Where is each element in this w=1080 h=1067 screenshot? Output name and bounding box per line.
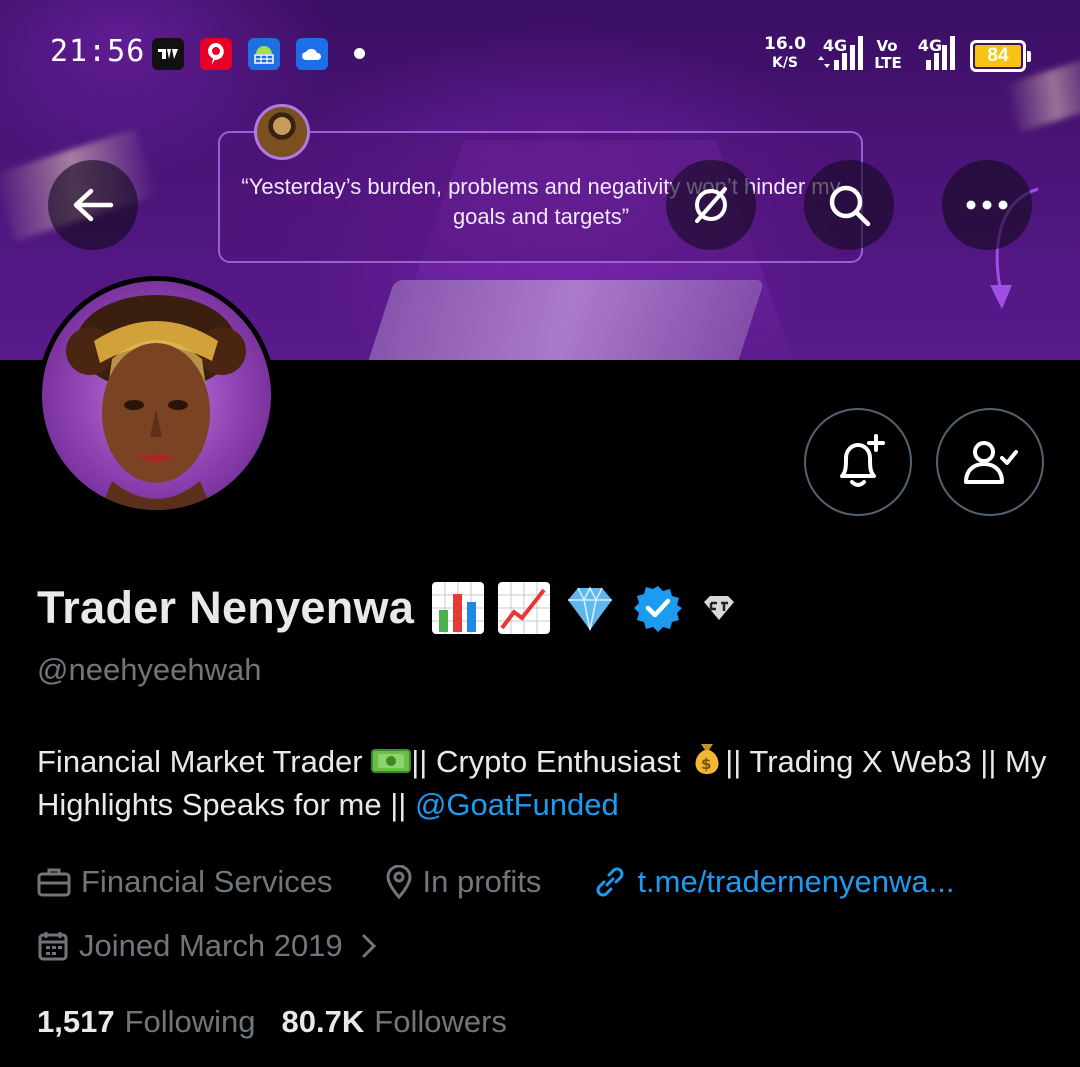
dollar-banknote-emoji-icon [371,749,412,773]
notifications-subscribe-button[interactable] [804,408,912,516]
professional-category: Financial Services [37,864,333,900]
verified-badge-icon[interactable] [634,584,683,632]
bio-text: Financial Market Trader [37,744,372,779]
profile-website-link[interactable]: t.me/tradernenyenwa... [593,864,955,900]
status-bar: 21:56 16.0 K/S 4G Vo LTE 4G 84 [0,0,1080,110]
more-horizontal-icon [966,200,1008,210]
search-button[interactable] [804,160,894,250]
following-count[interactable]: 1,517 [37,1004,115,1040]
chevron-right-icon [362,934,376,958]
svg-text:$: $ [701,755,711,773]
back-button[interactable] [48,160,138,250]
gem-emoji-icon [568,586,613,631]
location-label: In profits [422,864,542,899]
grok-button[interactable] [666,160,756,250]
bell-plus-icon [840,434,885,487]
profile-joined-date[interactable]: Joined March 2019 [37,928,387,964]
net-speed-unit: K/S [771,55,799,71]
location-pin-icon [386,865,412,899]
affiliate-badge-icon[interactable] [702,594,736,622]
bio-text: || Crypto Enthusiast [411,744,690,779]
chart-increasing-emoji-icon [498,582,551,634]
banner-quote-avatar [254,104,310,160]
following-button[interactable] [936,408,1044,516]
profile-joined-row[interactable]: Joined March 2019 [37,928,439,964]
user-check-icon [964,441,1018,484]
joined-label: Joined March 2019 [79,928,343,963]
profile-meta-row: Financial Services In profits t.me/trade… [37,864,1007,900]
more-notifications-dot [354,48,365,59]
android-debug-icon [248,38,280,70]
battery-indicator: 84 [970,40,1031,72]
volte-bottom-label: LTE [874,54,902,72]
website-label[interactable]: t.me/tradernenyenwa... [637,864,954,900]
profile-name-row: Trader Nenyenwa [37,578,736,638]
data-arrows-icon [818,56,830,68]
signal-strength-1-icon [834,36,863,70]
follow-stats: 1,517 Following 80.7K Followers [37,1004,533,1040]
search-icon [829,185,871,227]
calendar-icon [38,932,68,961]
avatar-portrait-image [66,295,246,510]
money-bag-emoji-icon: $ [695,744,719,774]
battery-level: 84 [975,45,1021,67]
display-name: Trader Nenyenwa [37,582,415,633]
briefcase-icon [37,868,71,897]
grok-icon [695,187,727,223]
category-label: Financial Services [81,864,333,899]
arrow-left-icon [73,188,114,222]
following-label[interactable]: Following [125,1004,256,1040]
status-time: 21:56 [50,34,146,69]
profile-location: In profits [385,864,542,900]
cloud-icon [296,38,328,70]
profile-avatar[interactable] [37,276,276,515]
followers-count[interactable]: 80.7K [282,1004,365,1040]
banner-notebook-image [365,280,765,360]
volte-top-label: Vo [876,37,898,55]
profile-handle: @neehyeehwah [37,652,262,687]
more-options-button[interactable] [942,160,1032,250]
pinterest-icon [200,38,232,70]
profile-bio: Financial Market Trader || Crypto Enthus… [37,740,1047,826]
bio-mention-link[interactable]: @GoatFunded [415,787,619,822]
net-speed-value: 16.0 [764,34,806,54]
tradingview-icon [152,38,184,70]
followers-label[interactable]: Followers [374,1004,507,1040]
bar-chart-emoji-icon [432,582,485,634]
signal-strength-2-icon [926,36,955,70]
link-icon [596,867,624,897]
